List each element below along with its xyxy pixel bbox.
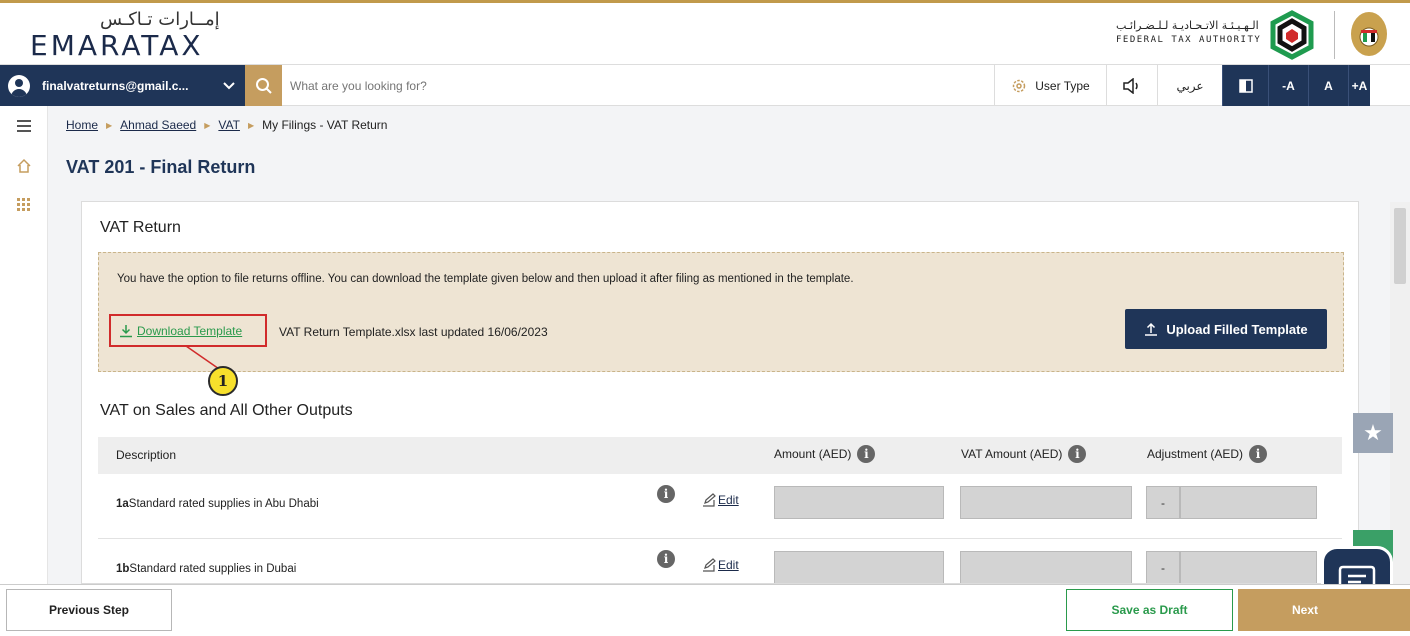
info-icon[interactable]: i — [657, 550, 675, 568]
hamburger-menu-icon[interactable] — [14, 116, 34, 136]
gear-icon — [1013, 79, 1026, 92]
arabic-language-button[interactable]: عربي — [1157, 65, 1222, 106]
scrollbar-thumb[interactable] — [1394, 208, 1406, 284]
nav-tools: User Type عربي -A A +A — [994, 65, 1370, 106]
breadcrumb: Home ▶ Ahmad Saeed ▶ VAT ▶ My Filings - … — [66, 118, 387, 132]
table-row: 1aStandard rated supplies in Abu Dhabi i… — [98, 474, 1342, 539]
sidebar — [0, 106, 48, 584]
upload-icon — [1145, 322, 1158, 336]
page-scrollbar[interactable] — [1390, 202, 1410, 584]
adjustment-field[interactable] — [1180, 551, 1317, 583]
fta-arabic-text: الـهـيـئـة الاتـحـاديـة لـلـضـرائـب — [1116, 19, 1259, 32]
top-navbar: finalvatreturns@gmail.c... User Type عرب… — [0, 64, 1410, 106]
notice-text: You have the option to file returns offl… — [117, 273, 854, 285]
font-normal-button[interactable]: A — [1308, 65, 1348, 106]
vat-return-title: VAT Return — [100, 219, 181, 236]
breadcrumb-separator-icon: ▶ — [106, 120, 113, 130]
save-as-draft-button[interactable]: Save as Draft — [1066, 589, 1233, 631]
speaker-icon — [1123, 77, 1138, 94]
vat-amount-field[interactable] — [960, 486, 1132, 519]
amount-field[interactable] — [774, 551, 944, 583]
home-icon[interactable] — [14, 156, 34, 176]
contrast-icon — [1238, 78, 1253, 93]
adjustment-sign: - — [1146, 486, 1180, 519]
breadcrumb-current: My Filings - VAT Return — [262, 118, 388, 132]
vat-return-card: VAT Return You have the option to file r… — [81, 201, 1359, 584]
previous-step-button[interactable]: Previous Step — [6, 589, 172, 631]
page-title: VAT 201 - Final Return — [66, 157, 256, 177]
vat-amount-field[interactable] — [960, 551, 1132, 583]
info-icon[interactable]: i — [857, 445, 876, 463]
star-icon: ★ — [1363, 420, 1383, 445]
download-icon — [120, 324, 132, 337]
chevron-down-icon — [223, 79, 235, 93]
logo-english: EMARATAX — [30, 29, 204, 62]
breadcrumb-user[interactable]: Ahmad Saeed — [120, 118, 196, 132]
amount-field[interactable] — [774, 486, 944, 519]
uae-emblem-icon — [1351, 12, 1387, 56]
user-email: finalvatreturns@gmail.c... — [42, 78, 189, 93]
apps-grid-icon[interactable] — [14, 195, 34, 215]
adjustment-field[interactable] — [1180, 486, 1317, 519]
callout-step-badge: 1 — [208, 366, 238, 396]
template-info: VAT Return Template.xlsx last updated 16… — [279, 325, 548, 339]
table-row: 1bStandard rated supplies in Dubai i Edi… — [98, 539, 1342, 583]
fta-logo-icon — [1270, 10, 1314, 60]
edit-link[interactable]: Edit — [702, 493, 739, 507]
user-type-button[interactable]: User Type — [994, 65, 1106, 106]
breadcrumb-separator-icon: ▶ — [204, 120, 211, 130]
form-footer: Previous Step Save as Draft Next — [0, 584, 1410, 636]
contrast-toggle[interactable] — [1222, 65, 1268, 106]
next-button[interactable]: Next — [1238, 589, 1410, 631]
info-icon[interactable]: i — [657, 485, 675, 503]
breadcrumb-vat[interactable]: VAT — [218, 118, 240, 132]
offline-filing-notice: You have the option to file returns offl… — [98, 252, 1344, 372]
sales-section-title: VAT on Sales and All Other Outputs — [100, 402, 353, 419]
fta-english-text: FEDERAL TAX AUTHORITY — [1116, 35, 1262, 45]
font-decrease-button[interactable]: -A — [1268, 65, 1308, 106]
app-header: إمــارات تـاكـس EMARATAX الـهـيـئـة الات… — [0, 3, 1410, 64]
upload-filled-template-button[interactable]: Upload Filled Template — [1125, 309, 1327, 349]
upload-label: Upload Filled Template — [1166, 321, 1308, 337]
search-button[interactable] — [245, 65, 282, 106]
user-menu[interactable]: finalvatreturns@gmail.c... — [0, 65, 245, 106]
header-divider — [1334, 11, 1335, 59]
adjustment-sign: - — [1146, 551, 1180, 583]
favorite-star-button[interactable]: ★ — [1353, 413, 1393, 453]
user-type-label: User Type — [1035, 78, 1090, 93]
audio-button[interactable] — [1106, 65, 1157, 106]
sales-table-header: Description Amount (AED) i VAT Amount (AE… — [98, 437, 1342, 474]
logo-arabic: إمــارات تـاكـس — [100, 9, 220, 30]
edit-icon — [703, 558, 716, 572]
search-input[interactable] — [290, 73, 980, 99]
edit-link[interactable]: Edit — [702, 558, 739, 572]
column-vat-amount: VAT Amount (AED) i — [961, 445, 1087, 463]
edit-icon — [703, 493, 716, 507]
info-icon[interactable]: i — [1068, 445, 1087, 463]
column-amount: Amount (AED) i — [774, 445, 876, 463]
fta-label: الـهـيـئـة الاتـحـاديـة لـلـضـرائـب FEDE… — [1116, 19, 1261, 45]
info-icon[interactable]: i — [1249, 445, 1268, 463]
breadcrumb-home[interactable]: Home — [66, 118, 98, 132]
row-label: 1bStandard rated supplies in Dubai — [116, 563, 297, 575]
search-icon — [255, 77, 272, 94]
column-description: Description — [116, 448, 177, 462]
breadcrumb-separator-icon: ▶ — [247, 120, 255, 130]
user-avatar-icon — [8, 74, 30, 97]
row-label: 1aStandard rated supplies in Abu Dhabi — [116, 498, 319, 510]
download-template-link[interactable]: Download Template — [137, 324, 242, 338]
column-adjustment: Adjustment (AED) i — [1147, 445, 1268, 463]
download-template-highlight: Download Template — [109, 314, 267, 347]
font-increase-button[interactable]: +A — [1348, 65, 1370, 106]
